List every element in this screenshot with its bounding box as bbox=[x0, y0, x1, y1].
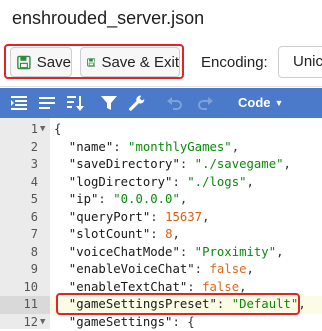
save-and-exit-button[interactable]: Save & Exit bbox=[80, 47, 180, 77]
redo-icon[interactable] bbox=[196, 94, 214, 112]
line-number: 3 bbox=[18, 156, 38, 174]
code-token: "slotCount" bbox=[54, 227, 150, 241]
mode-dropdown[interactable]: Code ▼ bbox=[238, 95, 283, 110]
code-line[interactable]: 9 "enableVoiceChat": false, bbox=[0, 261, 322, 279]
code-text: "logDirectory": "./logs", bbox=[54, 174, 254, 192]
fold-toggle-icon[interactable]: ▼ bbox=[40, 121, 45, 139]
code-text: "gameSettings": { bbox=[54, 314, 195, 331]
game-settings-preset-highlight bbox=[56, 293, 300, 315]
toolbar-divider bbox=[0, 86, 322, 87]
code-token: : bbox=[150, 227, 165, 241]
code-token: : bbox=[195, 262, 210, 276]
code-token: , bbox=[284, 157, 291, 171]
code-line[interactable]: 3 "saveDirectory": "./savegame", bbox=[0, 156, 322, 174]
save-button[interactable]: Save bbox=[10, 47, 72, 77]
save-button-label: Save bbox=[37, 54, 71, 71]
line-number: 11 bbox=[18, 296, 38, 314]
code-token: "./logs" bbox=[187, 175, 246, 189]
code-token: "Proximity" bbox=[195, 245, 276, 259]
code-text: { bbox=[54, 121, 61, 139]
code-line[interactable]: 6 "queryPort": 15637, bbox=[0, 209, 322, 227]
code-text: "queryPort": 15637, bbox=[54, 209, 210, 227]
line-number: 10 bbox=[18, 279, 38, 297]
code-token: 15637 bbox=[165, 210, 202, 224]
code-token: "./savegame" bbox=[195, 157, 284, 171]
floppy-disk-icon bbox=[87, 55, 95, 70]
code-line[interactable]: 12▼ "gameSettings": { bbox=[0, 314, 322, 331]
code-line-background bbox=[50, 121, 322, 139]
line-number: 9 bbox=[18, 261, 38, 279]
code-token: , bbox=[239, 280, 246, 294]
editor-menubar: Code ▼ bbox=[0, 88, 322, 118]
floppy-disk-icon bbox=[17, 55, 31, 70]
code-token: : bbox=[150, 210, 165, 224]
code-token: , bbox=[232, 140, 239, 154]
compact-icon[interactable] bbox=[38, 94, 56, 112]
code-token: , bbox=[172, 227, 179, 241]
code-text: "name": "monthlyGames", bbox=[54, 139, 239, 157]
code-token: , bbox=[276, 245, 283, 259]
code-token: "ip" bbox=[54, 192, 98, 206]
format-icon[interactable] bbox=[10, 94, 28, 112]
line-number: 7 bbox=[18, 226, 38, 244]
code-token: : bbox=[180, 245, 195, 259]
line-number: 2 bbox=[18, 139, 38, 157]
code-token: : bbox=[113, 140, 128, 154]
code-text: "saveDirectory": "./savegame", bbox=[54, 156, 291, 174]
filter-icon[interactable] bbox=[100, 94, 118, 112]
code-text: "slotCount": 8, bbox=[54, 226, 180, 244]
code-text: "enableVoiceChat": false, bbox=[54, 261, 254, 279]
line-number: 4 bbox=[18, 174, 38, 192]
code-token: , bbox=[202, 210, 209, 224]
code-token: "voiceChatMode" bbox=[54, 245, 180, 259]
line-number: 1 bbox=[18, 121, 38, 139]
code-line[interactable]: 7 "slotCount": 8, bbox=[0, 226, 322, 244]
code-line[interactable]: 2 "name": "monthlyGames", bbox=[0, 139, 322, 157]
line-number: 12 bbox=[18, 314, 38, 331]
code-token: , bbox=[247, 175, 254, 189]
code-token: : bbox=[187, 280, 202, 294]
code-token: "name" bbox=[54, 140, 113, 154]
window-title: enshrouded_server.json bbox=[12, 8, 204, 29]
fold-toggle-icon[interactable]: ▼ bbox=[40, 314, 45, 331]
code-token: : bbox=[172, 175, 187, 189]
code-token: : { bbox=[172, 315, 194, 329]
undo-icon[interactable] bbox=[166, 94, 184, 112]
code-line[interactable]: 5 "ip": "0.0.0.0", bbox=[0, 191, 322, 209]
line-number: 8 bbox=[18, 244, 38, 262]
mode-label: Code bbox=[238, 95, 271, 110]
code-token: "saveDirectory" bbox=[54, 157, 180, 171]
code-token: "logDirectory" bbox=[54, 175, 172, 189]
repair-icon[interactable] bbox=[128, 94, 146, 112]
code-token: , bbox=[180, 192, 187, 206]
code-line[interactable]: 4 "logDirectory": "./logs", bbox=[0, 174, 322, 192]
code-token: "enableTextChat" bbox=[54, 280, 187, 294]
toolbar: Save Save & Exit Encoding: Unic bbox=[0, 40, 322, 86]
code-line[interactable]: 8 "voiceChatMode": "Proximity", bbox=[0, 244, 322, 262]
code-token: , bbox=[247, 262, 254, 276]
code-text: "ip": "0.0.0.0", bbox=[54, 191, 187, 209]
caret-down-icon: ▼ bbox=[275, 98, 284, 108]
code-text: "voiceChatMode": "Proximity", bbox=[54, 244, 284, 262]
line-number: 5 bbox=[18, 191, 38, 209]
code-token: : bbox=[98, 192, 113, 206]
sort-icon[interactable] bbox=[66, 94, 84, 112]
code-line[interactable]: 1▼ { bbox=[0, 121, 322, 139]
save-and-exit-label: Save & Exit bbox=[101, 54, 179, 71]
code-token: "enableVoiceChat" bbox=[54, 262, 195, 276]
code-token: "gameSettings" bbox=[54, 315, 172, 329]
code-token: false bbox=[202, 280, 239, 294]
code-token: "0.0.0.0" bbox=[113, 192, 180, 206]
code-token: "monthlyGames" bbox=[128, 140, 232, 154]
code-token: : bbox=[180, 157, 195, 171]
encoding-label: Encoding: bbox=[201, 54, 268, 71]
line-number: 6 bbox=[18, 209, 38, 227]
code-token: { bbox=[54, 122, 61, 136]
code-token: false bbox=[209, 262, 246, 276]
code-token: "queryPort" bbox=[54, 210, 150, 224]
encoding-select[interactable]: Unic bbox=[278, 46, 322, 78]
